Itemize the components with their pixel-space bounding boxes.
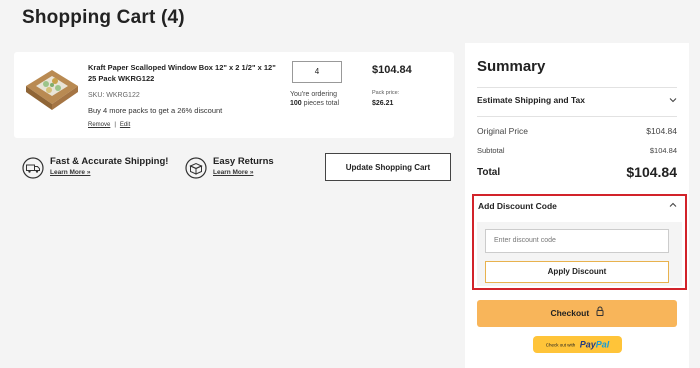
checkout-button[interactable]: Checkout	[477, 300, 677, 327]
chevron-up-icon[interactable]	[669, 201, 677, 210]
remove-link[interactable]: Remove	[88, 122, 110, 128]
feature-title: Easy Returns	[213, 156, 274, 167]
feature-fast-shipping: Fast & Accurate Shipping! Learn More »	[22, 154, 182, 184]
total-row: Total $104.84	[477, 164, 677, 180]
truck-icon	[22, 157, 44, 179]
paypal-checkout-button[interactable]: Check out with PayPal	[533, 336, 622, 353]
total-value: $104.84	[626, 164, 677, 180]
subtotal-row: Subtotal $104.84	[477, 146, 677, 155]
checkout-label: Checkout	[550, 308, 590, 318]
discount-code-header[interactable]: Add Discount Code	[478, 201, 557, 211]
original-price-label: Original Price	[477, 126, 529, 136]
update-cart-button[interactable]: Update Shopping Cart	[325, 153, 451, 181]
product-title[interactable]: Kraft Paper Scalloped Window Box 12" x 2…	[88, 62, 278, 84]
estimate-shipping-toggle[interactable]: Estimate Shipping and Tax	[477, 95, 677, 115]
learn-more-link[interactable]: Learn More »	[50, 169, 90, 176]
page-title: Shopping Cart (4)	[22, 7, 185, 28]
cart-item-card: Kraft Paper Scalloped Window Box 12" x 2…	[14, 52, 454, 138]
item-price: $104.84	[372, 64, 412, 76]
original-price-row: Original Price $104.84	[477, 126, 677, 136]
discount-code-input[interactable]: Enter discount code	[485, 229, 669, 253]
original-price-value: $104.84	[646, 126, 677, 136]
quantity-input[interactable]: 4	[292, 61, 342, 83]
pack-price: $26.21	[372, 100, 394, 107]
apply-discount-button[interactable]: Apply Discount	[485, 261, 669, 283]
item-actions: Remove | Edit	[88, 122, 130, 128]
chevron-down-icon	[669, 96, 677, 105]
product-thumbnail[interactable]	[22, 64, 82, 114]
divider	[477, 87, 677, 88]
feature-title: Fast & Accurate Shipping!	[50, 156, 169, 167]
estimate-shipping-label: Estimate Shipping and Tax	[477, 95, 585, 105]
total-label: Total	[477, 167, 501, 178]
bulk-discount-note: Buy 4 more packs to get a 26% discount	[88, 106, 223, 115]
edit-link[interactable]: Edit	[120, 122, 130, 128]
subtotal-label: Subtotal	[477, 146, 505, 155]
divider	[477, 116, 677, 117]
paypal-small-text: Check out with	[545, 342, 576, 348]
return-box-icon	[185, 157, 207, 179]
product-sku: SKU: WKRG122	[88, 92, 140, 99]
discount-code-section: Add Discount Code Enter discount code Ap…	[472, 194, 687, 290]
feature-easy-returns: Easy Returns Learn More »	[185, 154, 295, 184]
summary-title: Summary	[477, 58, 546, 75]
ordering-summary: You're ordering 100 pieces total	[290, 90, 354, 108]
ordering-suffix: pieces total	[303, 100, 340, 107]
lock-icon	[596, 300, 604, 327]
pack-price-label: Pack price:	[372, 90, 400, 96]
paypal-logo-pay: Pay	[579, 339, 596, 350]
paypal-logo-pal: Pal	[595, 339, 610, 350]
ordering-prefix: You're ordering	[290, 91, 338, 98]
subtotal-value: $104.84	[649, 146, 677, 155]
action-separator: |	[114, 122, 116, 128]
ordering-count: 100	[290, 100, 302, 107]
learn-more-link[interactable]: Learn More »	[213, 169, 253, 176]
